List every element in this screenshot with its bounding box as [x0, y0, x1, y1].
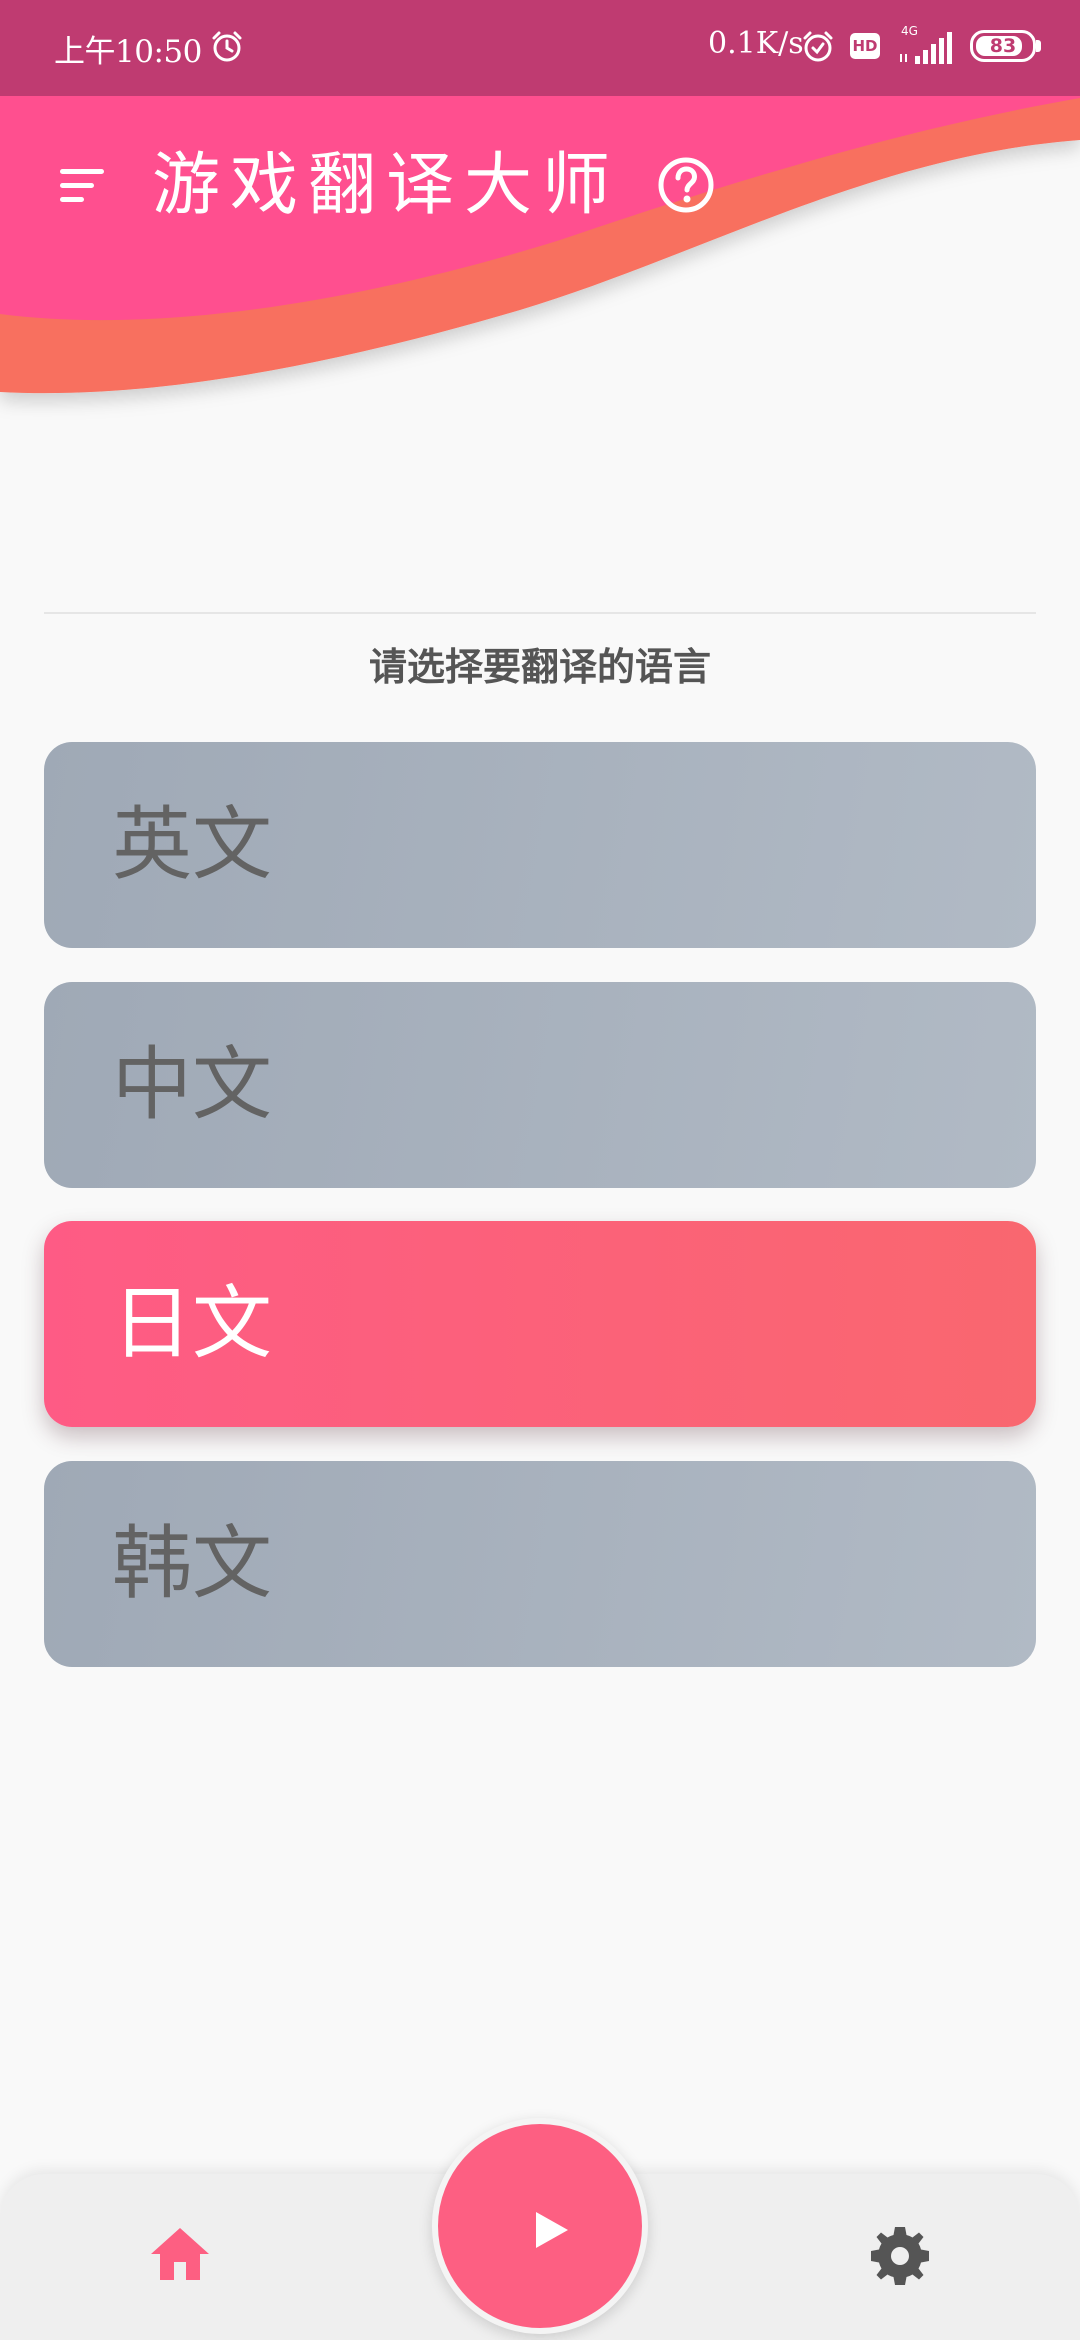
status-bar: 上午10:50 0.1K/s HD 4G 83	[0, 0, 1080, 96]
hd-badge: HD	[850, 33, 880, 59]
language-option-english[interactable]: 英文	[44, 742, 1036, 948]
home-icon[interactable]	[149, 2226, 211, 2282]
help-icon[interactable]	[657, 156, 715, 214]
language-label: 中文	[112, 1038, 272, 1131]
divider	[44, 612, 1036, 614]
language-option-japanese[interactable]: 日文	[44, 1221, 1036, 1427]
battery-level: 83	[989, 35, 1017, 57]
language-label: 英文	[112, 798, 272, 891]
alarm-icon	[212, 31, 242, 62]
battery-tip	[1036, 40, 1041, 52]
language-prompt: 请选择要翻译的语言	[368, 645, 711, 689]
language-label: 韩文	[112, 1517, 272, 1610]
language-label: 日文	[112, 1277, 272, 1370]
app-title: 游戏翻译大师	[152, 146, 621, 225]
language-option-chinese[interactable]: 中文	[44, 982, 1036, 1188]
signal-icon	[900, 32, 952, 64]
battery-icon: 83	[970, 30, 1036, 62]
language-option-korean[interactable]: 韩文	[44, 1461, 1036, 1667]
network-speed: 0.1K/s	[708, 26, 804, 61]
play-icon	[536, 2212, 568, 2248]
menu-icon[interactable]	[58, 166, 106, 206]
settings-icon[interactable]	[870, 2226, 930, 2286]
play-button[interactable]	[432, 2118, 648, 2334]
alarm-icon	[803, 31, 833, 62]
status-time: 上午10:50	[54, 34, 202, 70]
